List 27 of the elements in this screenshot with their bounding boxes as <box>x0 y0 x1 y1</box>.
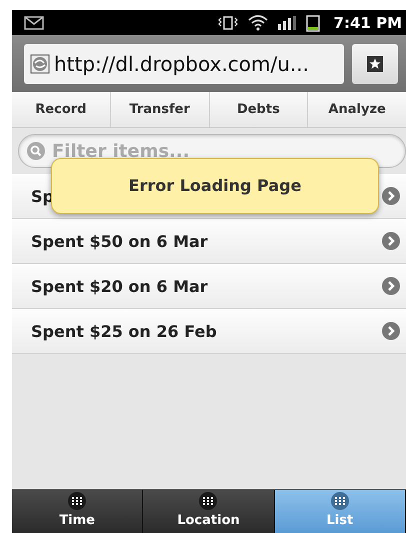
vibrate-icon <box>218 14 238 30</box>
chevron-icon <box>382 232 400 250</box>
bottom-tab[interactable]: Time <box>12 490 144 533</box>
signal-icon <box>278 16 296 30</box>
grid-icon <box>330 492 349 510</box>
chevron-icon <box>382 187 400 205</box>
battery-icon <box>306 14 320 32</box>
search-icon <box>27 142 45 160</box>
list-item[interactable]: Spent $25 on 26 Feb <box>12 309 406 354</box>
bottom-tab[interactable]: Location <box>143 490 275 533</box>
nav-tab[interactable]: Analyze <box>308 92 406 127</box>
chevron-icon <box>382 322 400 340</box>
nav-tab[interactable]: Debts <box>210 92 308 127</box>
list-item[interactable]: Spent $20 on 6 Mar <box>12 264 406 309</box>
error-toast: Error Loading Page <box>51 158 379 214</box>
mail-icon <box>24 16 44 30</box>
grid-icon <box>199 492 218 510</box>
bookmark-button[interactable] <box>352 44 398 84</box>
clock-time: 7:41 PM <box>334 14 402 32</box>
nav-tab[interactable]: Record <box>12 92 111 127</box>
wifi-icon <box>248 14 268 30</box>
grid-icon <box>68 492 86 510</box>
globe-icon <box>30 54 50 74</box>
chevron-icon <box>382 277 400 295</box>
list-item[interactable]: Spent $50 on 6 Mar <box>12 219 406 264</box>
url-field[interactable]: http://dl.dropbox.com/u... <box>24 44 344 84</box>
nav-tab[interactable]: Transfer <box>110 92 210 127</box>
